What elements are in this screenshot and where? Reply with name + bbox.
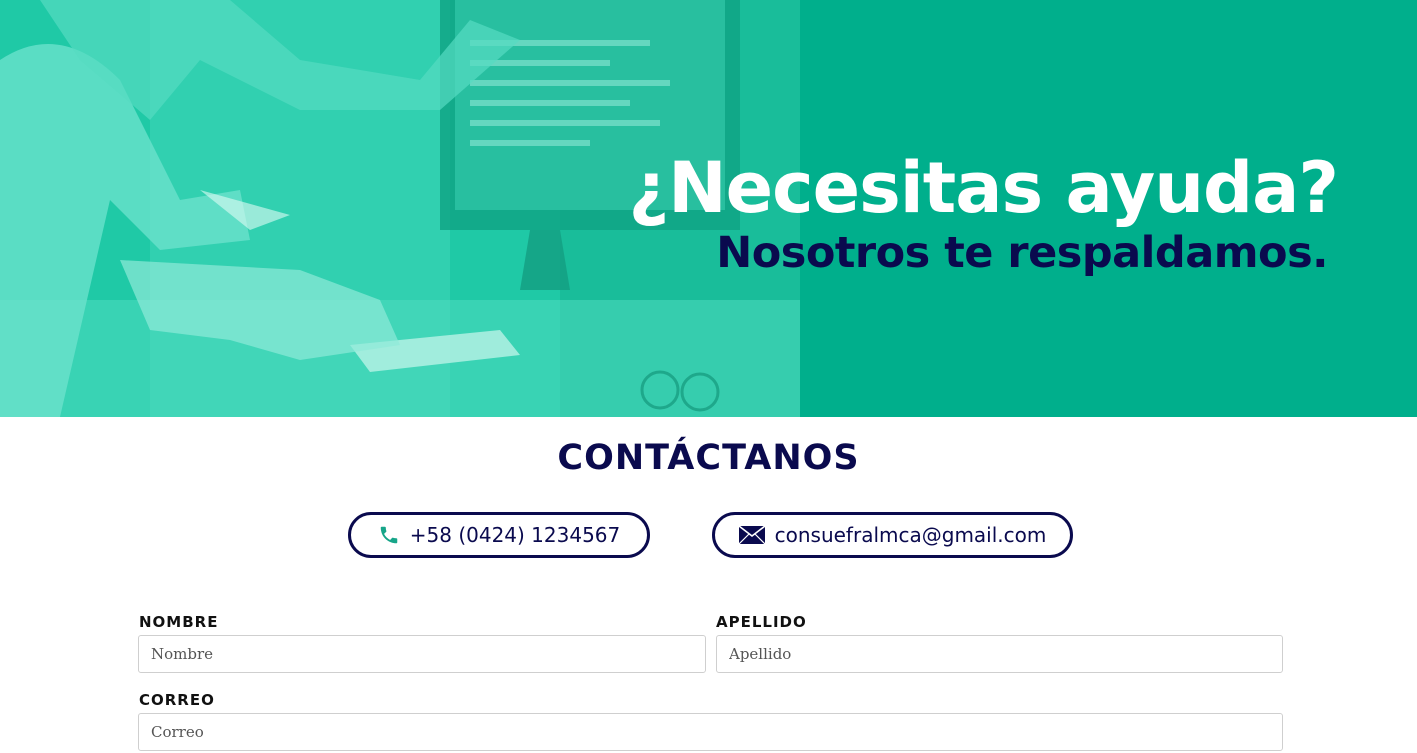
envelope-icon xyxy=(738,525,765,545)
apellido-input[interactable] xyxy=(716,635,1283,673)
phone-number: +58 (0424) 1234567 xyxy=(409,523,621,547)
correo-label: CORREO xyxy=(139,691,215,709)
hero-title: ¿Necesitas ayuda? xyxy=(628,147,1339,229)
contact-title: CONTÁCTANOS xyxy=(557,438,860,478)
email-button[interactable]: consuefralmca@gmail.com xyxy=(712,512,1073,558)
nombre-input[interactable] xyxy=(138,635,706,673)
hero-subtitle: Nosotros te respaldamos. xyxy=(716,228,1328,278)
apellido-label: APELLIDO xyxy=(716,613,807,631)
correo-input[interactable] xyxy=(138,713,1283,751)
phone-icon xyxy=(378,523,400,547)
nombre-label: NOMBRE xyxy=(139,613,219,631)
phone-button[interactable]: +58 (0424) 1234567 xyxy=(348,512,650,558)
email-address: consuefralmca@gmail.com xyxy=(774,523,1047,547)
hero-banner: ¿Necesitas ayuda? Nosotros te respaldamo… xyxy=(0,0,1417,417)
